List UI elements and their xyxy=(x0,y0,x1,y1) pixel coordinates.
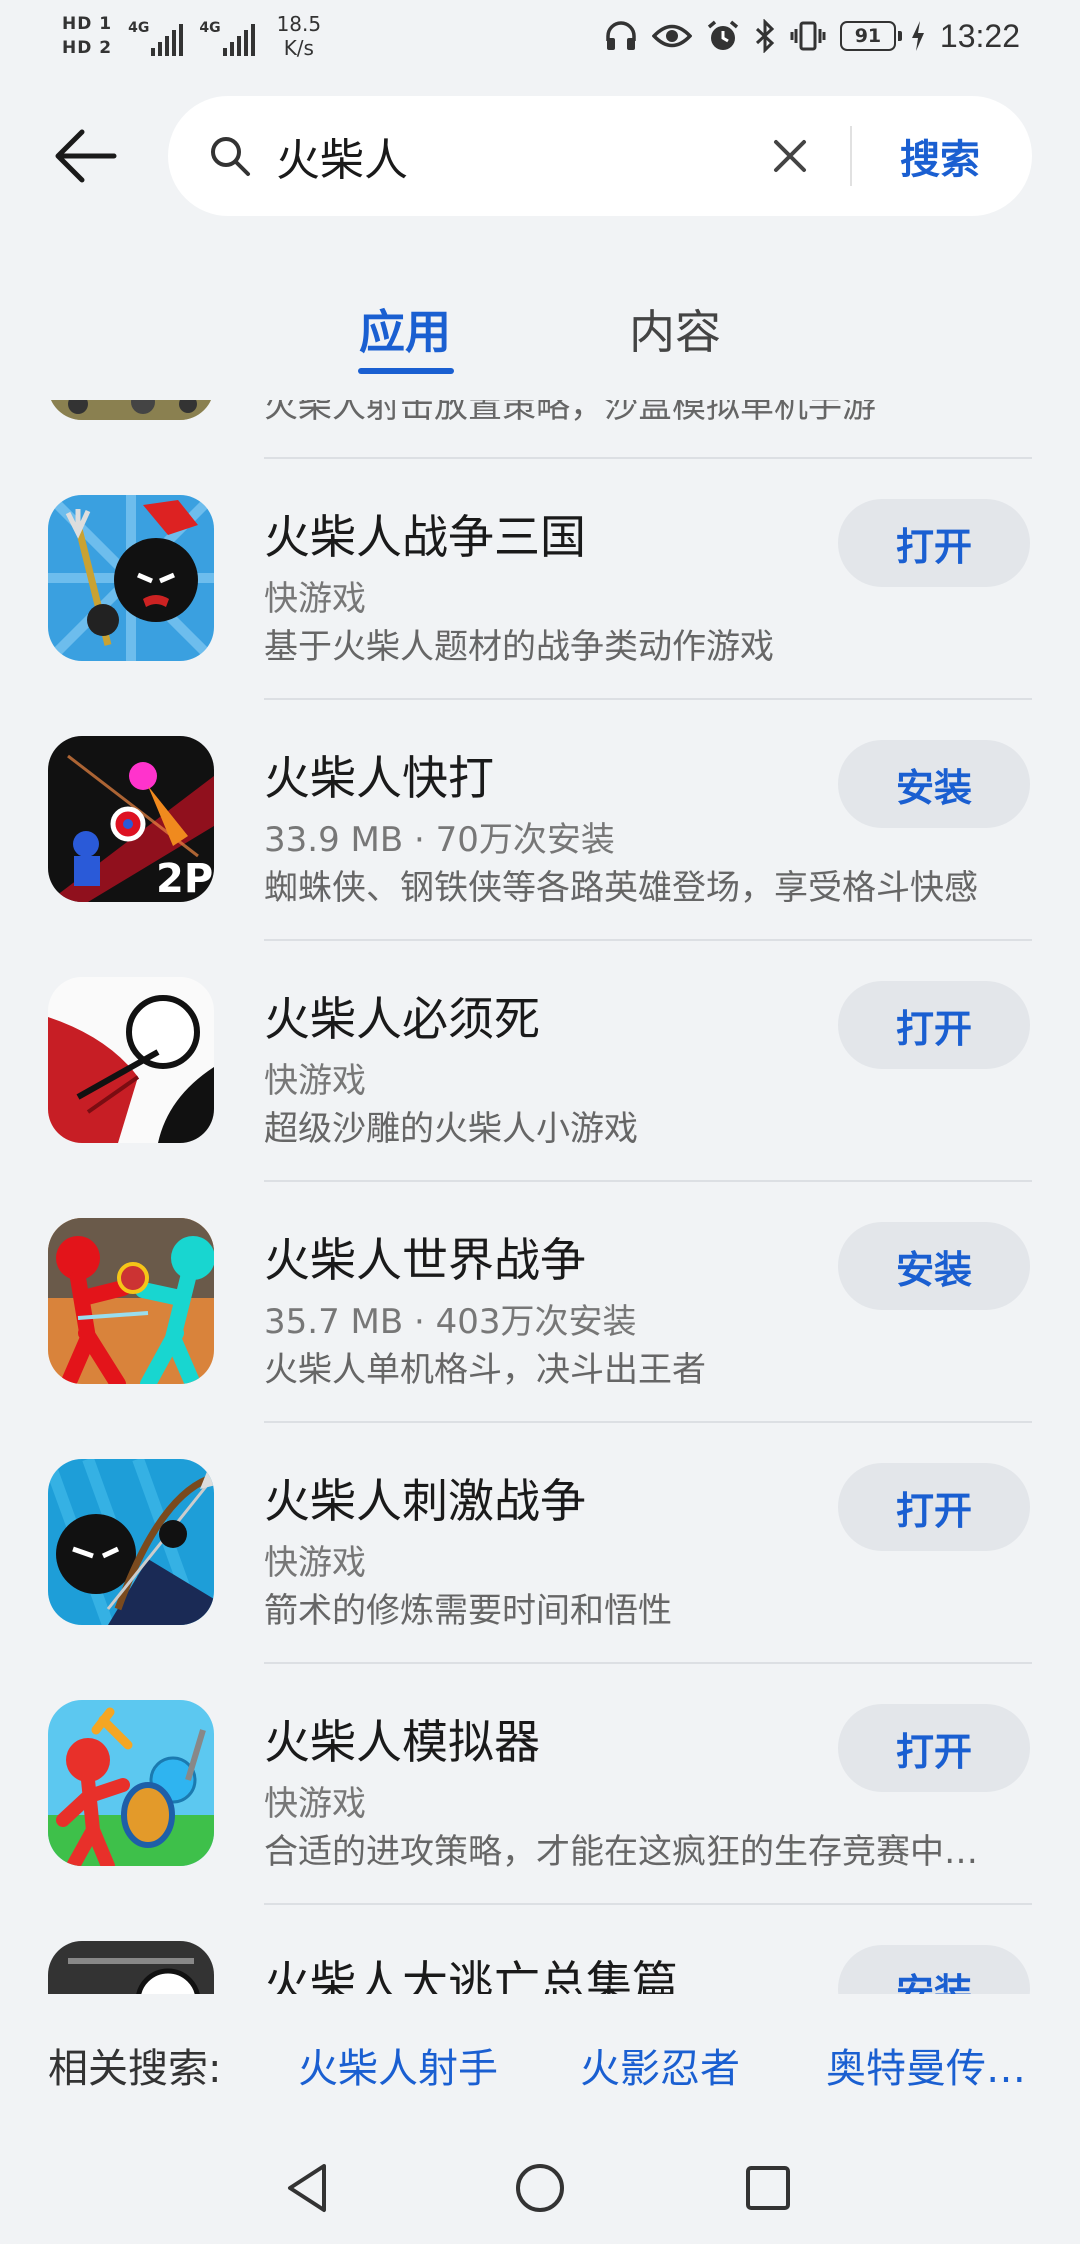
app-icon xyxy=(48,1218,214,1384)
search-header: 搜索 xyxy=(0,96,1080,216)
clear-icon[interactable] xyxy=(766,132,814,180)
app-icon xyxy=(48,1459,214,1625)
headphones-icon xyxy=(606,21,636,50)
open-button[interactable]: 打开 xyxy=(838,1704,1030,1792)
eye-icon xyxy=(651,24,692,48)
app-meta: 33.9 MB · 70万次安装 xyxy=(264,820,615,860)
triangle-back-icon xyxy=(288,2164,326,2212)
app-description: 箭术的修炼需要时间和悟性 xyxy=(264,1591,672,1631)
app-meta: 快游戏 xyxy=(264,579,366,619)
network-type-1: 4G xyxy=(128,20,150,36)
app-meta: 35.7 MB · 403万次安装 xyxy=(264,1302,637,1342)
alarm-icon xyxy=(707,20,739,50)
nav-home-button[interactable] xyxy=(504,2152,576,2224)
sim-indicators: HD 1 HD 2 xyxy=(62,14,112,58)
search-bar[interactable]: 搜索 xyxy=(168,96,1032,216)
sim2-label: HD 2 xyxy=(62,38,113,58)
search-icon xyxy=(211,137,250,176)
app-description: 基于火柴人题材的战争类动作游戏 xyxy=(264,627,774,667)
network-type-2: 4G xyxy=(199,20,221,36)
network-speed: 18.5 K/s xyxy=(277,12,322,60)
app-name: 火柴人大逃亡总集篇 xyxy=(264,1956,678,1994)
network-speed-value: 18.5 xyxy=(276,12,322,36)
signal-icon-1: 4G xyxy=(128,16,184,56)
related-search-link[interactable]: 火影忍者 xyxy=(580,2036,740,2094)
app-icon xyxy=(48,400,214,420)
related-search-link[interactable]: 奥特曼传… xyxy=(826,2036,1036,2094)
list-item[interactable]: 火柴人模拟器 快游戏 合适的进攻策略，才能在这疯狂的生存竞赛中… 打开 xyxy=(0,1664,1080,1905)
vibrate-icon xyxy=(790,21,826,51)
battery-icon: 91 xyxy=(839,21,902,51)
list-item[interactable]: 火柴人大逃亡总集篇 安装 xyxy=(0,1905,1080,1994)
square-recents-icon xyxy=(746,2166,790,2210)
list-item[interactable]: 火柴人射击放置策略，沙盒模拟单机手游 xyxy=(0,400,1080,459)
results-list[interactable]: 火柴人射击放置策略，沙盒模拟单机手游 火柴人战争三国 快游戏 基于火柴人题材的战… xyxy=(0,400,1080,1994)
app-icon xyxy=(48,977,214,1143)
open-button[interactable]: 打开 xyxy=(838,499,1030,587)
related-searches-label: 相关搜索: xyxy=(48,2046,222,2092)
app-name: 火柴人战争三国 xyxy=(264,510,586,564)
bluetooth-icon xyxy=(755,19,775,53)
related-search-link[interactable]: 火柴人射手 xyxy=(298,2036,498,2094)
app-name: 火柴人必须死 xyxy=(264,992,540,1046)
sim1-label: HD 1 xyxy=(62,14,113,34)
tab-content[interactable]: 内容 xyxy=(610,294,740,364)
battery-level: 91 xyxy=(854,25,882,47)
app-name: 火柴人世界战争 xyxy=(264,1233,586,1287)
app-description: 合适的进攻策略，才能在这疯狂的生存竞赛中… xyxy=(264,1832,978,1872)
list-item[interactable]: 火柴人必须死 快游戏 超级沙雕的火柴人小游戏 打开 xyxy=(0,941,1080,1182)
clock: 13:22 xyxy=(939,17,1020,54)
app-name: 火柴人快打 xyxy=(264,751,494,805)
arrow-left-icon xyxy=(55,129,117,183)
back-button[interactable] xyxy=(48,118,124,194)
app-name: 火柴人模拟器 xyxy=(264,1715,540,1769)
list-item[interactable]: 2P 火柴人快打 33.9 MB · 70万次安装 蜘蛛侠、钢铁侠等各路英雄登场… xyxy=(0,700,1080,941)
list-item[interactable]: 火柴人世界战争 35.7 MB · 403万次安装 火柴人单机格斗，决斗出王者 … xyxy=(0,1182,1080,1423)
tab-apps[interactable]: 应用 xyxy=(340,294,470,364)
tab-bar: 应用 内容 xyxy=(0,280,1080,380)
active-tab-indicator xyxy=(358,368,454,374)
search-button[interactable]: 搜索 xyxy=(870,114,1010,198)
app-icon xyxy=(48,495,214,661)
list-item[interactable]: 火柴人刺激战争 快游戏 箭术的修炼需要时间和悟性 打开 xyxy=(0,1423,1080,1664)
network-speed-unit: K/s xyxy=(283,36,314,60)
app-icon xyxy=(48,1941,214,1994)
signal-icon-2: 4G xyxy=(199,16,255,56)
search-divider xyxy=(850,126,852,186)
install-button[interactable]: 安装 xyxy=(838,1945,1030,1994)
charging-icon xyxy=(911,21,924,51)
list-item[interactable]: 火柴人战争三国 快游戏 基于火柴人题材的战争类动作游戏 打开 xyxy=(0,459,1080,700)
app-meta: 快游戏 xyxy=(264,1784,366,1824)
system-navigation-bar xyxy=(0,2134,1080,2244)
app-icon xyxy=(48,1700,214,1866)
app-icon: 2P xyxy=(48,736,214,902)
app-name: 火柴人刺激战争 xyxy=(264,1474,586,1528)
app-meta: 快游戏 xyxy=(264,1061,366,1101)
app-description: 火柴人射击放置策略，沙盒模拟单机手游 xyxy=(264,400,876,426)
open-button[interactable]: 打开 xyxy=(838,1463,1030,1551)
nav-back-button[interactable] xyxy=(272,2152,344,2224)
svg-text:2P: 2P xyxy=(156,856,213,902)
app-description: 火柴人单机格斗，决斗出王者 xyxy=(264,1350,706,1390)
app-meta: 快游戏 xyxy=(264,1543,366,1583)
related-searches: 相关搜索: 火柴人射手 火影忍者 奥特曼传… xyxy=(0,1994,1080,2134)
install-button[interactable]: 安装 xyxy=(838,1222,1030,1310)
app-description: 蜘蛛侠、钢铁侠等各路英雄登场，享受格斗快感 xyxy=(264,868,978,908)
nav-recents-button[interactable] xyxy=(732,2152,804,2224)
app-description: 超级沙雕的火柴人小游戏 xyxy=(264,1109,638,1149)
install-button[interactable]: 安装 xyxy=(838,740,1030,828)
open-button[interactable]: 打开 xyxy=(838,981,1030,1069)
circle-home-icon xyxy=(516,2164,564,2212)
status-bar: HD 1 HD 2 4G 4G 18.5 K/s 91 13:22 xyxy=(0,0,1080,72)
